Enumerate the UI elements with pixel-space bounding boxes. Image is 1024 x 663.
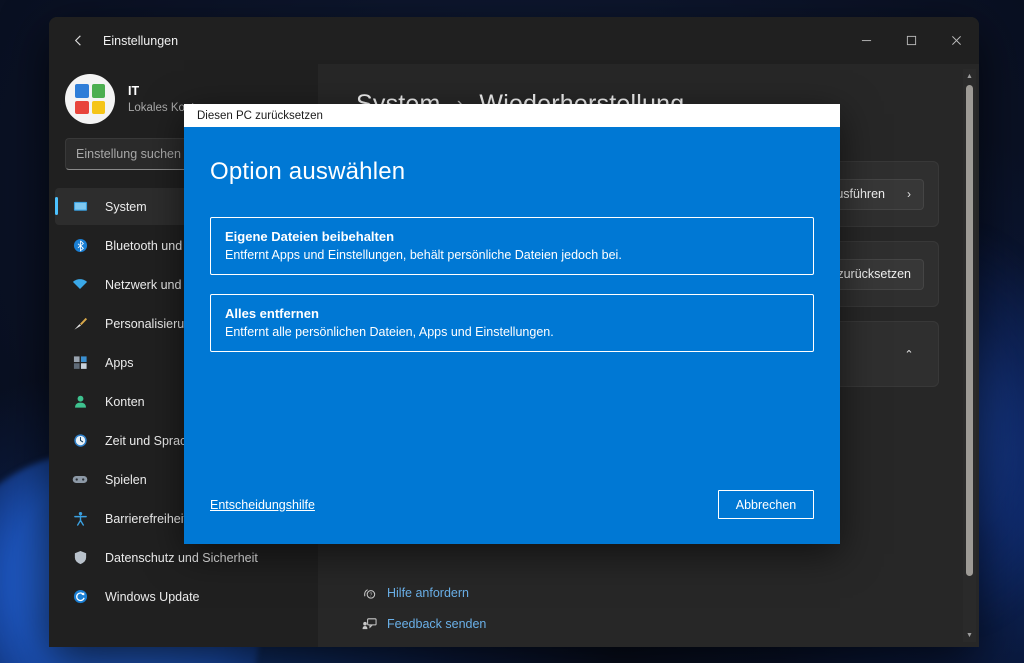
scrollbar-thumb[interactable] [966,85,973,576]
help-icon-svg: ? [363,589,375,599]
clock-icon-svg [73,434,87,447]
minimize-icon [861,40,872,42]
sidebar-item-label: Spielen [105,472,147,487]
scroll-up-arrow-icon[interactable]: ▲ [966,69,973,83]
sidebar-item-label: Windows Update [105,589,200,604]
option-title: Eigene Dateien beibehalten [225,229,395,244]
close-icon [952,36,961,45]
back-button[interactable] [61,26,95,56]
clock-icon [69,433,91,448]
option-desc: Entfernt Apps und Einstellungen, behält … [225,248,622,262]
maximize-icon [906,35,917,46]
sidebar-item-privacy-security[interactable]: Datenschutz und Sicherheit [55,539,312,576]
cancel-button[interactable]: Abbrechen [718,490,814,519]
monitor-icon-svg [73,201,87,211]
wifi-icon [69,277,91,292]
chevron-right-icon: › [907,187,911,201]
scrollbar-track[interactable] [963,83,976,628]
bluetooth-icon [69,238,91,253]
sidebar-item-label: Barrierefreiheit [105,511,187,526]
dialog-titlebar: Diesen PC zurücksetzen [184,104,840,127]
minimize-button[interactable] [844,17,889,64]
footer-links: ? Hilfe anfordern Feedback senden [356,577,486,639]
accessibility-icon [69,511,91,526]
shield-icon [69,550,91,565]
dialog-footer: Entscheidungshilfe Abbrechen [210,490,814,519]
link-send-feedback[interactable]: Feedback senden [356,608,486,639]
accessibility-icon-svg [73,511,87,526]
sidebar-item-label: Datenschutz und Sicherheit [105,550,258,565]
sidebar-item-label: System [105,199,147,214]
link-get-help[interactable]: ? Hilfe anfordern [356,577,486,608]
brush-icon-svg [73,317,87,330]
help-icon: ? [356,585,382,600]
gamepad-icon-svg [72,475,88,484]
update-icon-svg [73,589,87,604]
apps-icon-svg [73,356,87,369]
dialog-options: Eigene Dateien beibehalten Entfernt Apps… [210,217,814,371]
sidebar-item-windows-update[interactable]: Windows Update [55,578,312,615]
bluetooth-icon-svg [73,238,87,253]
link-label: Hilfe anfordern [387,585,469,600]
update-icon [69,589,91,604]
app-title: Einstellungen [103,33,179,48]
option-title: Alles entfernen [225,306,319,321]
option-remove-everything[interactable]: Alles entfernen Entfernt alle persönlich… [210,294,814,352]
feedback-icon [356,616,382,631]
dialog-body: Option auswählen Eigene Dateien beibehal… [184,127,840,544]
account-icon [69,394,91,409]
window-titlebar: Einstellungen [49,17,979,64]
chevron-up-icon[interactable]: ⌃ [894,339,924,369]
gamepad-icon [69,472,91,487]
dialog-title: Diesen PC zurücksetzen [197,109,323,122]
feedback-icon-svg [362,618,377,630]
reset-pc-dialog: Diesen PC zurücksetzen Option auswählen … [184,104,840,544]
account-icon-svg [74,395,86,408]
link-label: Feedback senden [387,616,487,631]
sidebar-item-label: Konten [105,394,145,409]
maximize-button[interactable] [889,17,934,64]
content-scrollbar[interactable]: ▲ ▼ [963,69,976,642]
avatar [65,74,115,124]
decision-help-link[interactable]: Entscheidungshilfe [210,498,315,512]
close-button[interactable] [934,17,979,64]
window-controls [844,17,979,64]
scroll-down-arrow-icon[interactable]: ▼ [966,628,973,642]
svg-text:?: ? [369,592,372,598]
monitor-icon [69,199,91,214]
dialog-heading: Option auswählen [210,158,406,185]
sidebar-item-label: Apps [105,355,134,370]
apps-icon [69,355,91,370]
account-name: IT [128,83,140,98]
wifi-icon-svg [72,279,88,289]
back-arrow-icon [74,35,81,46]
option-keep-my-files[interactable]: Eigene Dateien beibehalten Entfernt Apps… [210,217,814,275]
option-desc: Entfernt alle persönlichen Dateien, Apps… [225,325,554,339]
shield-icon-svg [74,550,86,565]
brush-icon [69,316,91,331]
